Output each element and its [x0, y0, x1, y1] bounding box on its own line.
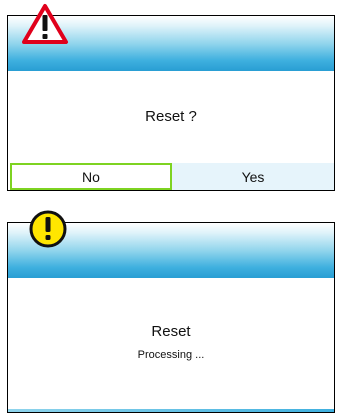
dialog-message: Reset ? — [145, 108, 197, 125]
no-button[interactable]: No — [10, 163, 172, 190]
processing-status: Processing ... — [137, 349, 205, 361]
warning-triangle-icon — [22, 4, 68, 44]
exclamation-circle-icon — [29, 210, 67, 248]
yes-button[interactable]: Yes — [172, 163, 334, 190]
reset-confirm-dialog: Reset ? No Yes — [7, 4, 335, 191]
reset-processing-dialog: Reset Processing ... — [7, 210, 335, 413]
dialog-button-row: No Yes — [8, 163, 334, 190]
dialog-title: Reset — [151, 323, 191, 340]
dialog-footer — [8, 409, 334, 412]
